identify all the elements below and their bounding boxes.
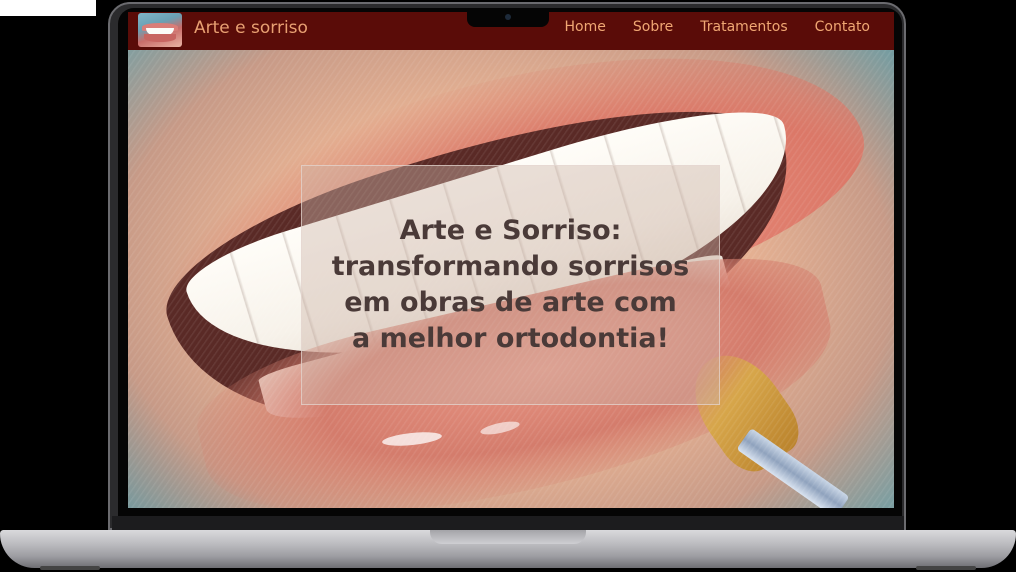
nav-link-sobre[interactable]: Sobre bbox=[633, 19, 673, 35]
brand-name[interactable]: Arte e sorriso bbox=[194, 18, 308, 38]
laptop-foot-right bbox=[916, 566, 976, 570]
laptop-foot-left bbox=[40, 566, 100, 570]
hero-title: Arte e Sorriso: transformando sorrisos e… bbox=[331, 215, 690, 354]
hero-section: Arte e Sorriso: transformando sorrisos e… bbox=[128, 50, 894, 508]
nav-link-tratamentos[interactable]: Tratamentos bbox=[700, 19, 787, 35]
device-mockup: Arte e sorriso Home Sobre Tratamentos Co… bbox=[0, 0, 1016, 572]
logo-lip-bottom bbox=[144, 34, 176, 42]
nav-link-home[interactable]: Home bbox=[565, 19, 606, 35]
corner-tag bbox=[0, 0, 96, 16]
website-screen: Arte e sorriso Home Sobre Tratamentos Co… bbox=[128, 12, 894, 508]
camera-icon bbox=[505, 14, 511, 20]
hero-title-card: Arte e Sorriso: transformando sorrisos e… bbox=[301, 165, 720, 405]
nav-link-contato[interactable]: Contato bbox=[815, 19, 870, 35]
nav-links: Home Sobre Tratamentos Contato bbox=[565, 19, 870, 35]
laptop-opening-notch bbox=[430, 530, 586, 544]
smile-logo-icon[interactable] bbox=[138, 13, 182, 47]
